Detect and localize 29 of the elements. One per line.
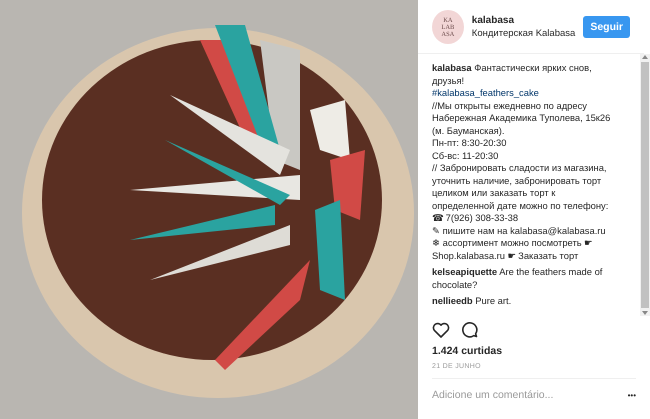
comment-line: chocolate?	[432, 278, 478, 291]
caption-line: ☎ 7(926) 308-33-38	[432, 212, 520, 224]
more-button[interactable]: •••	[628, 390, 636, 400]
caption-line: Shop.kalabasa.ru ☛ Заказать торт	[432, 250, 580, 262]
caption-line: // Забронировать сладости из магазина,	[432, 162, 608, 174]
caption-line: целиком или заказать торт к	[432, 187, 556, 200]
scroll-up-icon[interactable]	[642, 55, 648, 59]
scrollbar[interactable]	[640, 54, 650, 316]
caption-line: определенной дате можно по телефону:	[432, 200, 610, 212]
likes-count[interactable]: 1.424 curtidas	[432, 345, 636, 357]
caption-line: уточнить наличие, забронировать торт	[432, 174, 602, 187]
location-link[interactable]: Кондитерская Kalabasa	[472, 28, 576, 39]
caption-line: (м. Бауманская).	[432, 124, 506, 137]
caption-line: ✎ пишите нам на kalabasa@kalabasa.ru	[432, 224, 607, 237]
caption-line: Сб-вс: 11-20:30	[432, 150, 500, 162]
caption-line: друзья!	[432, 74, 466, 87]
hashtag-link[interactable]: #kalabasa_feathers_cake	[432, 87, 636, 100]
caption-line: //Мы открыты ежедневно по адресу	[432, 100, 588, 112]
caption-line: Пн-пт: 8:30-20:30	[432, 137, 508, 150]
caption-line: kalabasa Фантастически ярких снов,	[432, 62, 593, 74]
caption-line: ❄ ассортимент можно посмотреть ☛	[432, 237, 594, 250]
comment-icon[interactable]	[462, 322, 479, 339]
caption-line: Набережная Академика Туполева, 15к26	[432, 112, 612, 124]
comment-line: kelseapiquette Are the feathers made of	[432, 266, 604, 278]
scroll-down-icon[interactable]	[642, 311, 648, 315]
username[interactable]: kalabasa	[472, 15, 576, 26]
comment-input[interactable]: Adicione um comentário...	[432, 385, 628, 405]
comment-line: nellieedb Pure art.	[432, 295, 512, 308]
heart-icon[interactable]	[432, 322, 450, 338]
